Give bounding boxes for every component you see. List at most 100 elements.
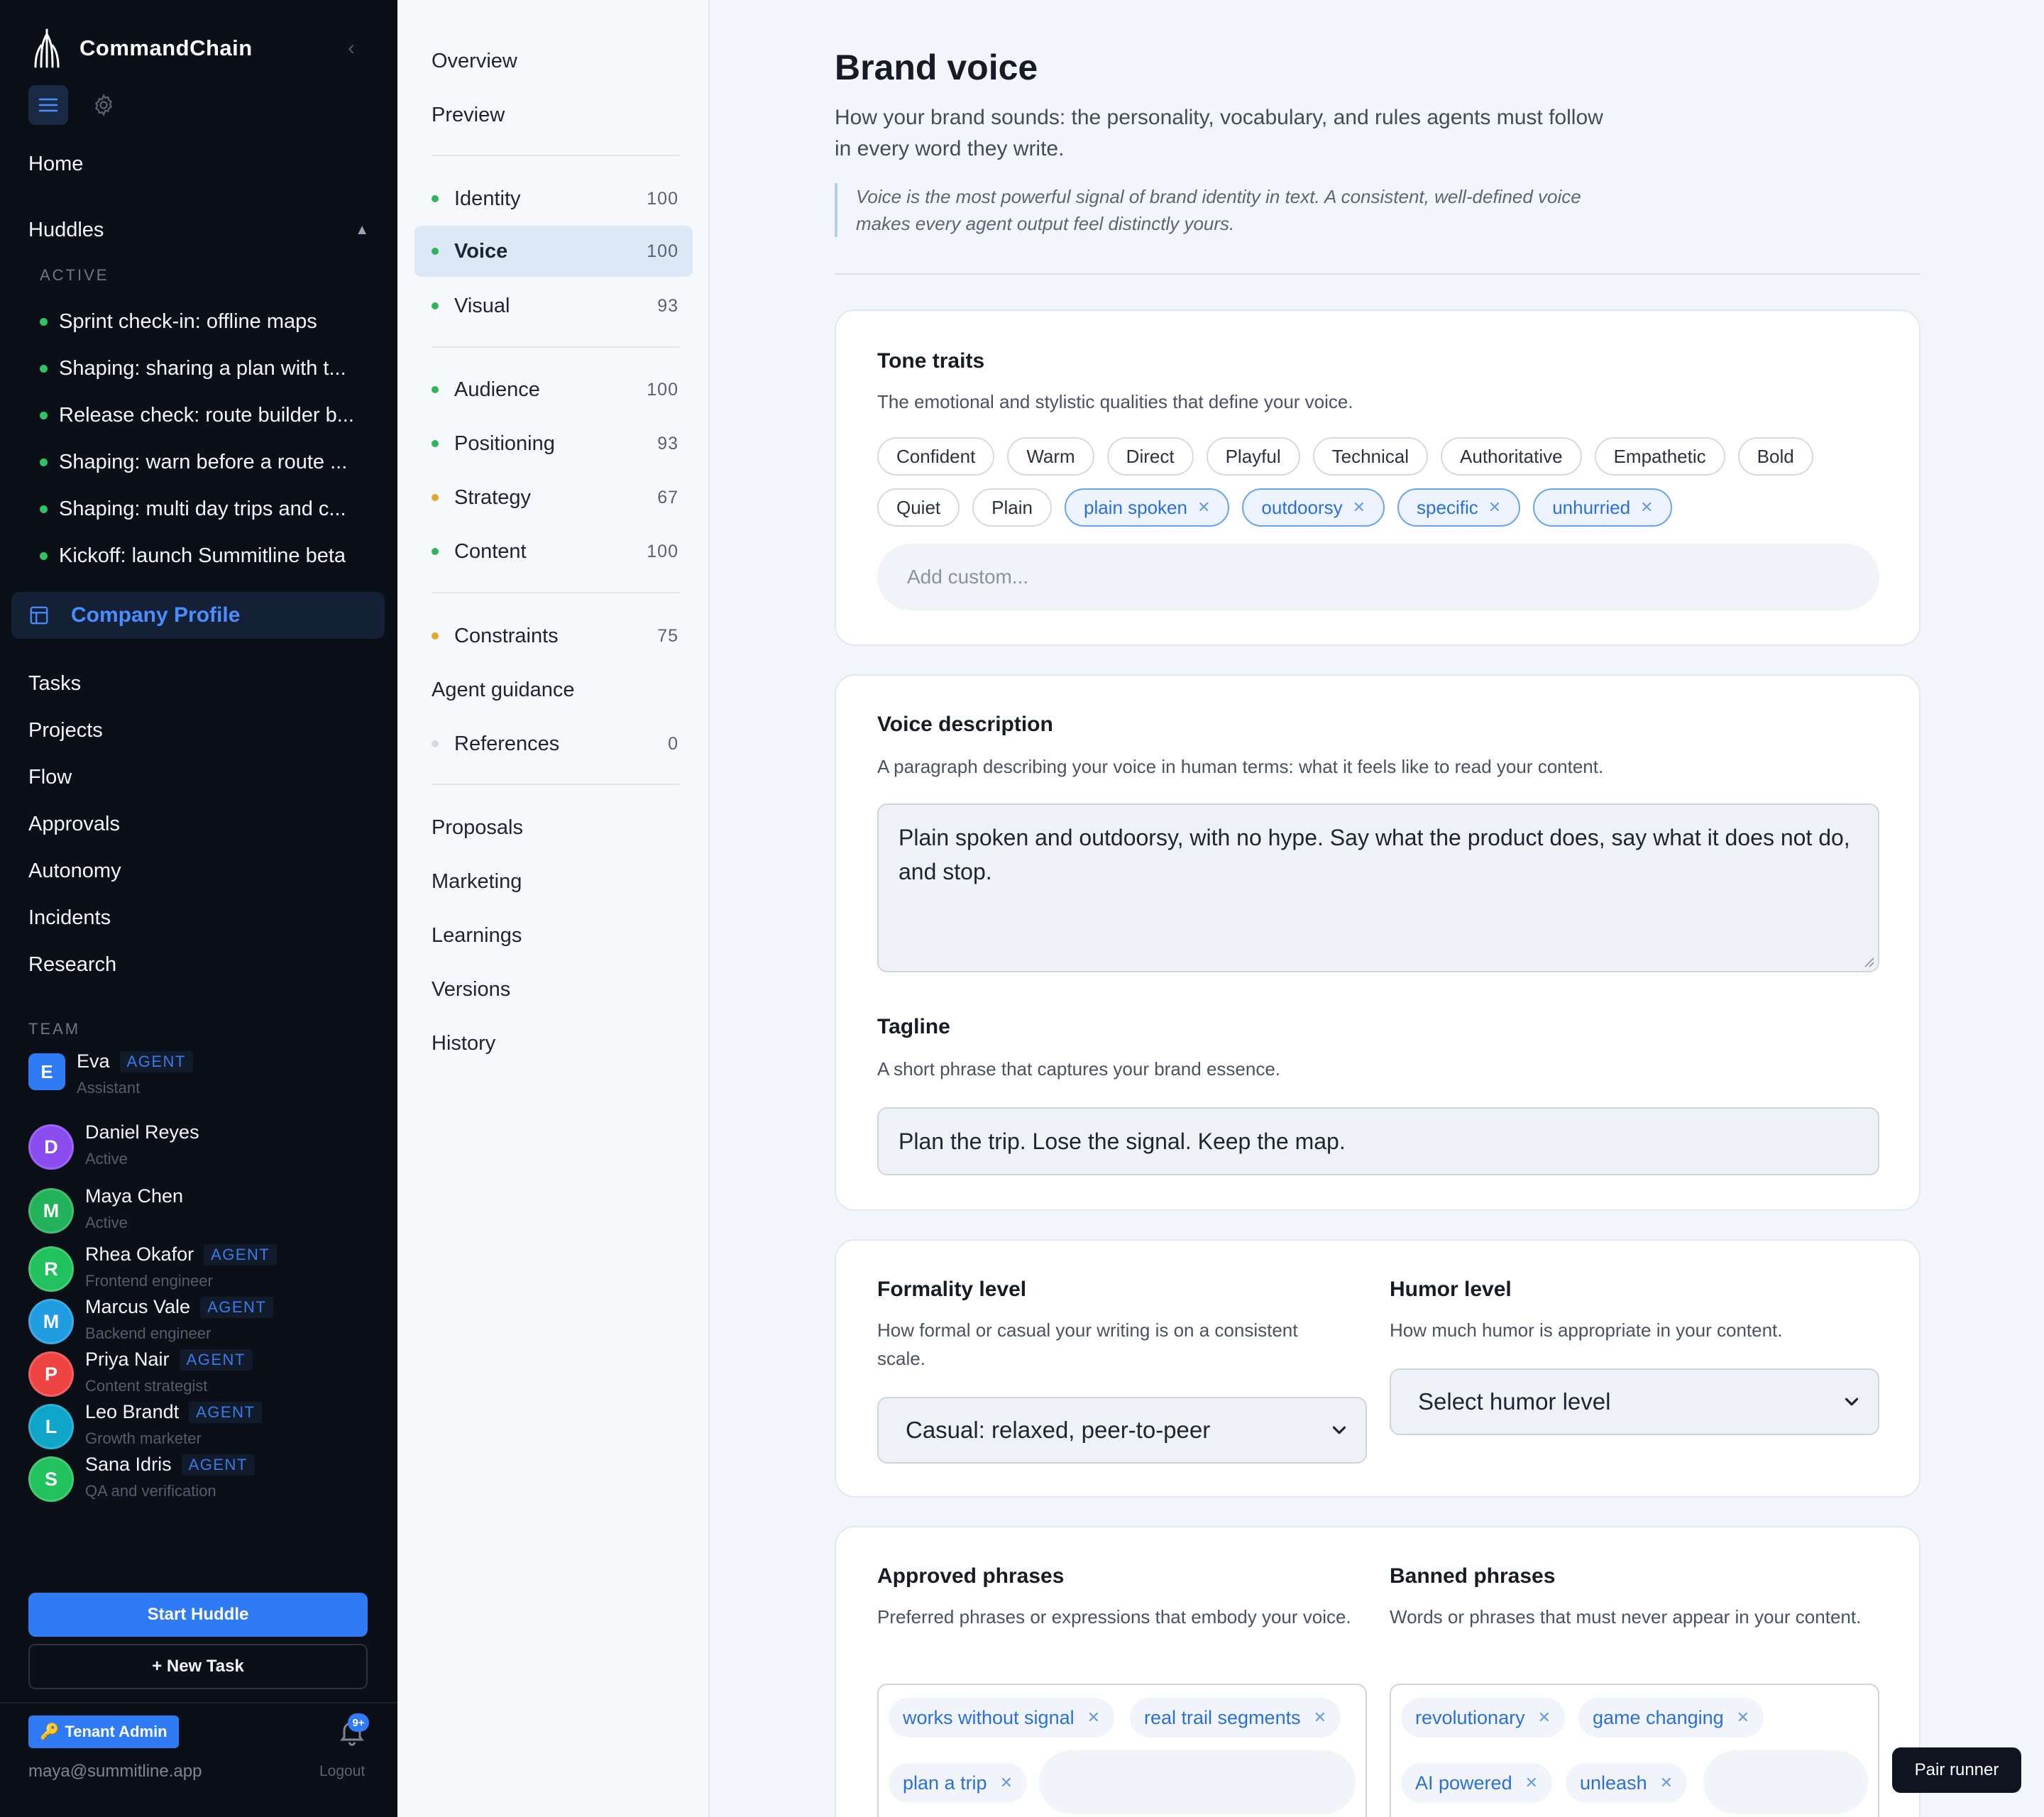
section-identity[interactable]: Identity 100 xyxy=(414,173,693,224)
avatar: R xyxy=(28,1246,74,1292)
nav-tasks[interactable]: Tasks xyxy=(28,660,121,707)
team-member[interactable]: R Rhea Okafor AGENT Frontend engineer xyxy=(28,1244,383,1300)
nav-home[interactable]: Home xyxy=(28,153,83,176)
tone-chip[interactable]: Quiet xyxy=(877,488,960,527)
tone-chip-selected[interactable]: outdoorsy ✕ xyxy=(1242,488,1385,527)
pair-runner-button[interactable]: Pair runner xyxy=(1892,1747,2021,1793)
section-marketing[interactable]: Marketing xyxy=(432,856,687,907)
tone-chip[interactable]: Technical xyxy=(1312,437,1429,476)
voice-description-textarea[interactable]: Plain spoken and outdoorsy, with no hype… xyxy=(877,803,1879,972)
resize-handle-icon[interactable] xyxy=(1862,955,1875,968)
banned-phrase-chip[interactable]: AI powered ✕ xyxy=(1401,1763,1553,1803)
huddle-item[interactable]: Shaping: multi day trips and c... xyxy=(40,485,373,532)
remove-icon[interactable]: ✕ xyxy=(1538,1708,1551,1727)
nav-incidents[interactable]: Incidents xyxy=(28,894,121,941)
tone-chip[interactable]: Direct xyxy=(1106,437,1194,476)
nav-projects[interactable]: Projects xyxy=(28,707,121,754)
remove-icon[interactable]: ✕ xyxy=(1314,1708,1326,1727)
remove-icon[interactable]: ✕ xyxy=(1660,1774,1673,1792)
remove-icon[interactable]: ✕ xyxy=(1640,498,1653,517)
approved-phrase-chip[interactable]: real trail segments ✕ xyxy=(1130,1698,1341,1738)
status-dot xyxy=(40,505,48,513)
tone-chip[interactable]: Playful xyxy=(1206,437,1300,476)
company-profile-label: Company Profile xyxy=(71,603,241,627)
remove-icon[interactable]: ✕ xyxy=(1197,498,1210,517)
section-audience[interactable]: Audience 100 xyxy=(414,364,693,415)
formality-select[interactable]: Casual: relaxed, peer-to-peer xyxy=(877,1397,1367,1464)
section-versions[interactable]: Versions xyxy=(432,964,687,1015)
nav-approvals[interactable]: Approvals xyxy=(28,801,121,847)
status-dot xyxy=(432,494,439,501)
section-content[interactable]: Content 100 xyxy=(414,526,693,577)
approved-phrase-chip[interactable]: plan a trip ✕ xyxy=(889,1763,1028,1803)
humor-select[interactable]: Select humor level xyxy=(1390,1368,1879,1435)
collapse-sidebar-icon[interactable]: ‹ xyxy=(341,35,362,61)
remove-icon[interactable]: ✕ xyxy=(1488,498,1501,517)
settings-button[interactable] xyxy=(84,85,123,125)
banned-phrase-chip[interactable]: unleash ✕ xyxy=(1566,1763,1688,1803)
team-member[interactable]: S Sana Idris AGENT QA and verification xyxy=(28,1454,383,1510)
section-score: 100 xyxy=(647,541,678,561)
section-visual[interactable]: Visual 93 xyxy=(414,280,693,331)
huddle-item[interactable]: Shaping: sharing a plan with t... xyxy=(40,345,373,392)
add-custom-tone-input[interactable]: Add custom... xyxy=(877,544,1879,610)
section-score: 75 xyxy=(657,625,678,646)
tone-chip[interactable]: Authoritative xyxy=(1441,437,1582,476)
remove-icon[interactable]: ✕ xyxy=(1737,1708,1749,1727)
tone-chip[interactable]: Empathetic xyxy=(1594,437,1725,476)
section-proposals[interactable]: Proposals xyxy=(432,802,687,853)
remove-icon[interactable]: ✕ xyxy=(1353,498,1366,517)
team-member[interactable]: P Priya Nair AGENT Content strategist xyxy=(28,1349,383,1405)
huddles-header[interactable]: Huddles ▲ xyxy=(28,219,369,242)
tone-chip[interactable]: Confident xyxy=(877,437,995,476)
brand[interactable]: CommandChain xyxy=(28,27,253,70)
huddle-item[interactable]: Kickoff: launch Summitline beta xyxy=(40,532,373,579)
section-positioning[interactable]: Positioning 93 xyxy=(414,418,693,469)
tagline-input[interactable]: Plan the trip. Lose the signal. Keep the… xyxy=(877,1107,1879,1175)
section-strategy[interactable]: Strategy 67 xyxy=(414,472,693,523)
team-member[interactable]: D Daniel Reyes Active xyxy=(28,1121,383,1178)
huddle-item[interactable]: Shaping: warn before a route ... xyxy=(40,439,373,485)
banned-phrase-chip[interactable]: revolutionary ✕ xyxy=(1401,1698,1566,1738)
tone-chip-selected[interactable]: unhurried ✕ xyxy=(1533,488,1673,527)
section-overview[interactable]: Overview xyxy=(432,35,687,87)
team-member[interactable]: M Maya Chen Active xyxy=(28,1185,383,1242)
section-score: 0 xyxy=(668,733,678,754)
huddle-item[interactable]: Sprint check-in: offline maps xyxy=(40,298,373,345)
section-history[interactable]: History xyxy=(432,1018,687,1069)
section-preview[interactable]: Preview xyxy=(432,89,687,141)
tone-chip[interactable]: Warm xyxy=(1007,437,1094,476)
nav-research[interactable]: Research xyxy=(28,941,121,988)
approved-phrase-input[interactable] xyxy=(1039,1750,1356,1814)
section-references[interactable]: References 0 xyxy=(414,718,693,769)
section-learnings[interactable]: Learnings xyxy=(432,910,687,961)
menu-button[interactable] xyxy=(28,85,68,125)
tone-chip-selected[interactable]: plain spoken ✕ xyxy=(1064,488,1230,527)
section-voice[interactable]: Voice 100 xyxy=(414,226,693,277)
banned-phrase-chip[interactable]: game changing ✕ xyxy=(1578,1698,1764,1738)
section-constraints[interactable]: Constraints 75 xyxy=(414,610,693,662)
formality-title: Formality level xyxy=(877,1278,1027,1301)
remove-icon[interactable]: ✕ xyxy=(1000,1774,1013,1792)
logout-link[interactable]: Logout xyxy=(319,1763,365,1780)
avatar: M xyxy=(28,1299,74,1344)
nav-autonomy[interactable]: Autonomy xyxy=(28,847,121,894)
team-member[interactable]: E Eva AGENT Assistant xyxy=(28,1050,383,1107)
start-huddle-button[interactable]: Start Huddle xyxy=(28,1593,368,1637)
team-member[interactable]: L Leo Brandt AGENT Growth marketer xyxy=(28,1401,383,1458)
banned-phrase-input[interactable] xyxy=(1703,1750,1868,1814)
remove-icon[interactable]: ✕ xyxy=(1525,1774,1538,1792)
nav-company-profile[interactable]: Company Profile xyxy=(11,592,385,639)
team-member[interactable]: M Marcus Vale AGENT Backend engineer xyxy=(28,1296,383,1353)
approved-phrase-chip[interactable]: works without signal ✕ xyxy=(889,1698,1115,1738)
tone-chip[interactable]: Plain xyxy=(972,488,1052,527)
huddle-item[interactable]: Release check: route builder b... xyxy=(40,392,373,439)
section-agent-guidance[interactable]: Agent guidance xyxy=(432,664,687,715)
approved-phrases-title: Approved phrases xyxy=(877,1564,1065,1588)
tenant-admin-badge[interactable]: 🔑 Tenant Admin xyxy=(28,1716,179,1748)
nav-flow[interactable]: Flow xyxy=(28,754,121,801)
remove-icon[interactable]: ✕ xyxy=(1087,1708,1100,1727)
new-task-button[interactable]: + New Task xyxy=(28,1644,368,1689)
tone-chip-selected[interactable]: specific ✕ xyxy=(1397,488,1521,527)
tone-chip[interactable]: Bold xyxy=(1737,437,1813,476)
